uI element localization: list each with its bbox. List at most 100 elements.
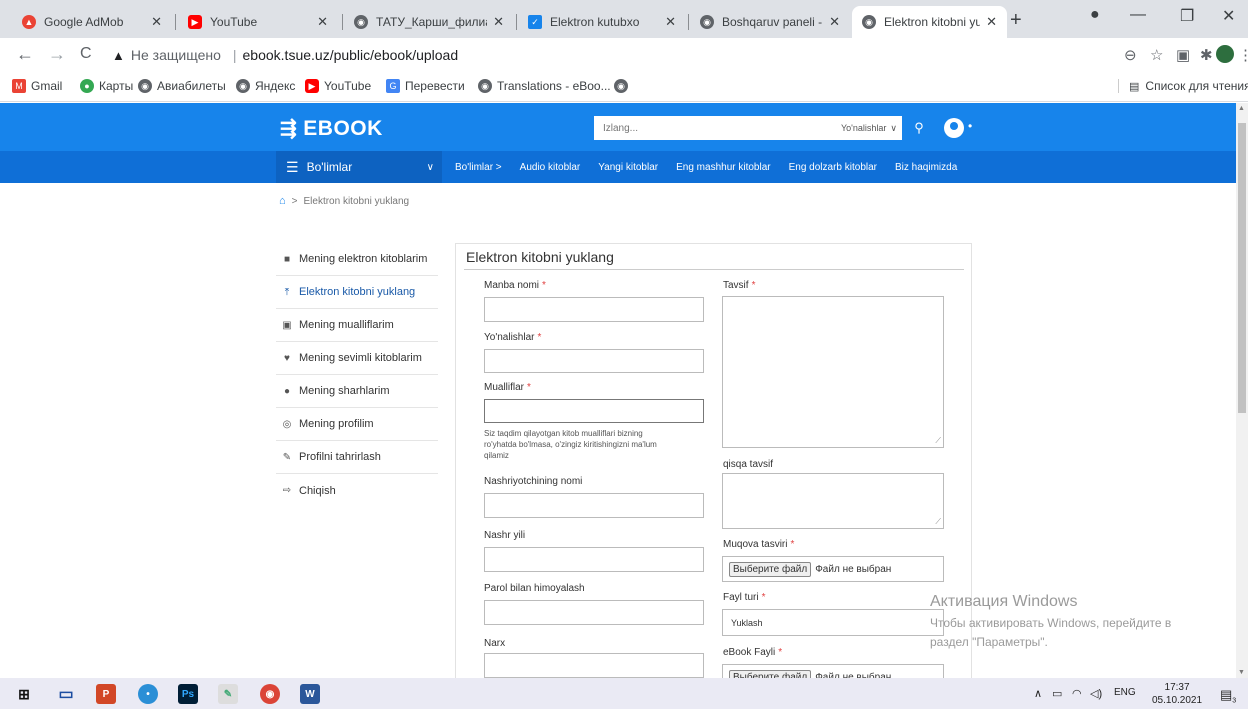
user-avatar-icon[interactable] [944,118,964,138]
close-icon[interactable]: ✕ [317,14,328,30]
windows-start-icon[interactable]: ⊞ [14,684,34,704]
nav-link-trending[interactable]: Eng dolzarb kitoblar [789,162,877,173]
clock[interactable]: 17:37 05.10.2021 [1152,681,1202,707]
sidebar-item-comments[interactable]: ● Mening sharhlarim [276,375,438,408]
edit-icon: ✎ [282,451,292,463]
close-icon[interactable]: ✕ [829,14,840,30]
sidebar-item-profile[interactable]: ◎ Mening profilim [276,408,438,441]
close-icon[interactable]: ✕ [151,14,162,30]
globe-icon: ◉ [138,79,152,93]
scroll-down-icon[interactable]: ▼ [1238,669,1245,676]
description-textarea[interactable]: ⟋ [722,296,944,448]
reading-list[interactable]: ▤ Список для чтения [1118,79,1248,93]
star-icon[interactable]: ☆ [1150,46,1163,64]
sidebar-item-favorites[interactable]: ♥ Mening sevimli kitoblarim [276,342,438,375]
sidebar-item-logout[interactable]: ⇨ Chiqish [276,474,438,507]
user-menu-caret[interactable]: • [968,119,972,133]
publish-year-input[interactable] [484,547,704,572]
network-app-icon[interactable]: • [138,684,158,704]
new-tab-button[interactable]: + [1010,9,1022,32]
bookmark-translate[interactable]: G Перевести [386,79,465,93]
nav-link-popular[interactable]: Eng mashhur kitoblar [676,162,771,173]
tray-display-icon[interactable]: ▭ [1052,687,1062,700]
nav-link-about[interactable]: Biz haqimizda [895,162,957,173]
directions-label: Yo'nalishlar * [484,332,542,343]
tab-elektron-kitobni-yuklang[interactable]: ◉ Elektron kitobni yuklar ✕ [852,6,1007,38]
restore-button[interactable]: ❐ [1180,6,1194,26]
url-field[interactable]: ▲ Не защищено | ebook.tsue.uz/public/ebo… [112,42,1112,68]
paint-icon[interactable]: ✎ [218,684,238,704]
search-button[interactable]: ⚲ [906,116,932,140]
bookmark-gmail[interactable]: M Gmail [12,79,62,93]
bookmark-youtube[interactable]: ▶ YouTube [305,79,371,93]
cover-file-input[interactable]: Выберите файл Файл не выбран [722,556,944,582]
nav-link-audio[interactable]: Audio kitoblar [520,162,581,173]
powerpoint-icon[interactable]: P [96,684,116,704]
notification-icon[interactable]: ▤3 [1220,687,1236,705]
search-category-select[interactable]: Yo'nalishlar ∨ [795,117,903,139]
puzzle-icon[interactable]: ✱ [1200,46,1213,64]
upload-icon: ⤒ [284,286,290,298]
search-input[interactable] [595,117,805,139]
language-indicator[interactable]: ENG [1114,687,1136,698]
home-icon[interactable]: ⌂ [279,195,286,207]
choose-file-button[interactable]: Выберите файл [729,561,812,577]
bookmark-yandex[interactable]: ◉ Яндекс [236,79,295,93]
globe-icon: ◉ [478,79,492,93]
reading-list-icon: ▤ [1129,80,1140,93]
save-app-icon[interactable]: ▭ [56,684,76,704]
nav-link-new[interactable]: Yangi kitoblar [598,162,658,173]
directions-input[interactable] [484,349,704,373]
tab-google-admob[interactable]: ▲ Google AdMob ✕ [12,6,172,38]
tab-elektron-kutubxona[interactable]: ✓ Elektron kutubxo ✕ [518,6,686,38]
reload-icon[interactable]: C [80,45,92,63]
short-description-textarea[interactable]: ⟋ [722,473,944,529]
authors-input[interactable] [484,399,704,423]
menu-icon[interactable]: ⋮ [1238,46,1248,64]
profile-dot-icon[interactable]: ● [1090,6,1100,24]
sidebar-item-edit-profile[interactable]: ✎ Profilni tahrirlash [276,441,438,474]
zoom-icon[interactable]: ⊖ [1124,46,1137,64]
extension-icon[interactable]: ▣ [1176,46,1190,64]
photoshop-icon[interactable]: Ps [178,684,198,704]
chrome-icon[interactable]: ◉ [260,684,280,704]
close-window-button[interactable]: ✕ [1222,6,1235,26]
bookmark-globe[interactable]: ◉ [614,79,633,93]
word-icon[interactable]: W [300,684,320,704]
resize-handle-icon[interactable]: ⟋ [935,517,941,527]
bookmark-aviabilety[interactable]: ◉ Авиабилеты [138,79,226,93]
wifi-icon[interactable]: ◠ [1072,687,1082,700]
site-logo[interactable]: ⇶ EBOOK [280,116,383,141]
scroll-up-icon[interactable]: ▲ [1238,105,1245,112]
close-icon[interactable]: ✕ [493,14,504,30]
publisher-input[interactable] [484,493,704,518]
back-icon[interactable]: ← [16,44,34,65]
tray-up-icon[interactable]: ∧ [1034,687,1042,700]
volume-icon[interactable]: ◁) [1090,687,1102,700]
password-input[interactable] [484,600,704,625]
forward-icon[interactable]: → [48,44,66,65]
minimize-button[interactable]: — [1130,6,1146,24]
avatar[interactable] [1216,45,1234,63]
tab-tatu[interactable]: ◉ ТАТУ_Карши_филиал ✕ [344,6,514,38]
nav-link-sections[interactable]: Bo'limlar > [455,162,502,173]
close-icon[interactable]: ✕ [665,14,676,30]
price-input[interactable] [484,653,704,678]
scrollbar-thumb[interactable] [1238,123,1246,413]
bookmark-maps[interactable]: ● Карты [80,79,133,93]
tab-boshqaruv-paneli[interactable]: ◉ Boshqaruv paneli - eB ✕ [690,6,850,38]
resize-handle-icon[interactable]: ⟋ [935,436,941,446]
divider [464,269,964,270]
page-scrollbar[interactable]: ▲ ▼ [1236,103,1248,678]
sidebar-item-upload[interactable]: ⤒ Elektron kitobni yuklang [276,276,438,309]
source-name-input[interactable] [484,297,704,322]
bookmark-translations[interactable]: ◉ Translations - eBoo... [478,79,611,93]
categories-button[interactable]: ☰ Bo'limlar ∨ [276,151,442,183]
tab-youtube[interactable]: ▶ YouTube ✕ [178,6,338,38]
sidebar-item-my-ebooks[interactable]: ■ Mening elektron kitoblarim [276,243,438,276]
file-type-select[interactable]: Yuklash [722,609,944,636]
close-icon[interactable]: ✕ [986,14,997,30]
publish-year-label: Nashr yili [484,530,526,541]
address-bar-row: ← → C ▲ Не защищено | ebook.tsue.uz/publ… [0,38,1248,72]
sidebar-item-my-authors[interactable]: ▣ Mening mualliflarim [276,309,438,342]
